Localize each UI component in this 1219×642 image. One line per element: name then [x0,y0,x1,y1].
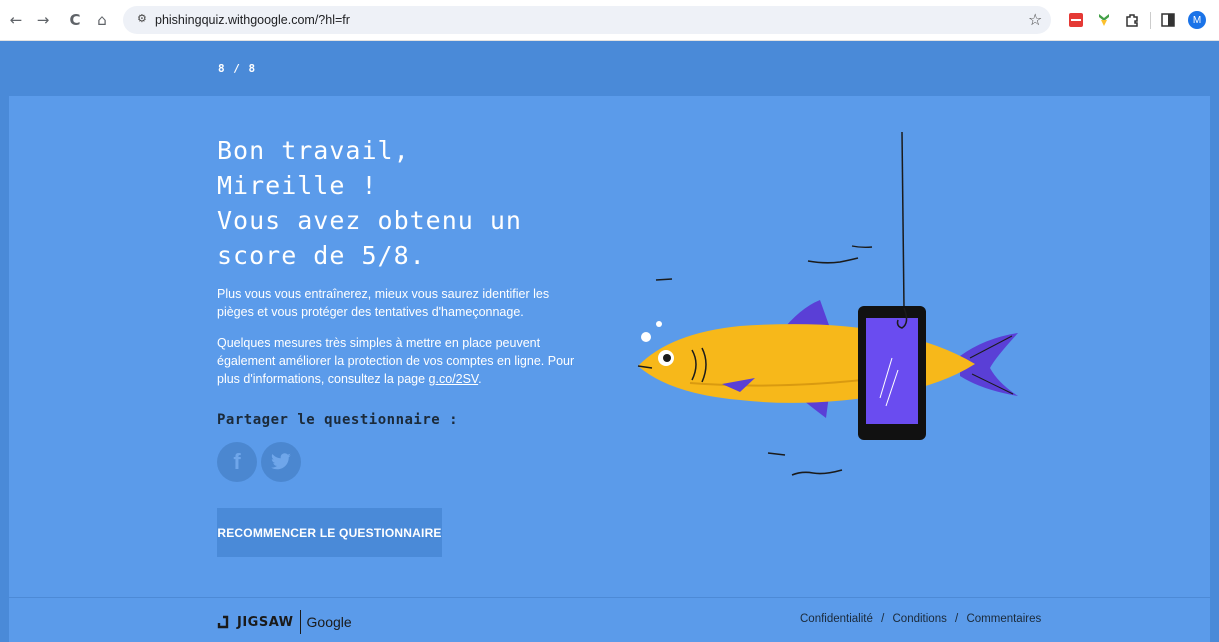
fish-phone-illustration [637,131,1018,476]
extensions-puzzle-icon[interactable] [1124,12,1140,28]
extension-green-icon[interactable] [1096,12,1112,28]
security-paragraph-end: . [478,372,482,386]
extension-red-icon[interactable] [1068,12,1084,28]
page-edge-right [1210,41,1219,642]
profile-avatar[interactable]: M [1188,11,1206,29]
brand-separator [299,610,301,634]
2sv-link[interactable]: g.co/2SV [429,372,479,386]
forward-icon[interactable]: → [33,10,53,30]
twitter-icon [271,453,291,470]
twitter-share-button[interactable] [261,442,301,482]
facebook-icon: f [233,449,241,474]
address-bar[interactable]: ⚙ phishingquiz.withgoogle.com/?hl=fr [123,6,1051,34]
feedback-link[interactable]: Commentaires [966,613,1041,625]
footer-links: Confidentialité / Conditions / Commentai… [800,613,1041,625]
link-separator: / [881,613,885,625]
security-paragraph-text: Quelques mesures très simples à mettre e… [217,336,575,386]
side-panel-icon[interactable] [1160,12,1176,28]
back-icon[interactable]: ← [6,10,26,30]
home-icon[interactable]: ⌂ [92,10,112,30]
headline-line: score de 5/8. [217,241,426,270]
headline-line: Mireille ! [217,171,378,200]
google-wordmark: Google [306,614,352,630]
restart-quiz-button[interactable]: RECOMMENCER LE QUESTIONNAIRE [217,508,442,557]
jigsaw-logo-icon [217,615,229,629]
result-headline: Bon travail, Mireille ! Vous avez obtenu… [217,133,577,273]
footer-brand: JIGSAW Google [217,610,352,634]
security-paragraph: Quelques mesures très simples à mettre e… [217,334,577,388]
browser-toolbar: ← → C ⌂ ⚙ phishingquiz.withgoogle.com/?h… [0,0,1219,41]
privacy-link[interactable]: Confidentialité [800,613,873,625]
share-title: Partager le questionnaire : [217,412,459,428]
jigsaw-wordmark: JIGSAW [237,614,294,630]
page-edge-left [0,41,9,642]
terms-link[interactable]: Conditions [893,613,947,625]
progress-counter: 8 / 8 [218,62,257,75]
site-info-icon[interactable]: ⚙ [137,12,147,25]
reload-icon[interactable]: C [65,10,85,30]
quiz-header: 8 / 8 [9,41,1210,96]
url-text[interactable]: phishingquiz.withgoogle.com/?hl=fr [155,13,350,27]
headline-line: Bon travail, [217,136,410,165]
facebook-share-button[interactable]: f [217,442,257,482]
practice-paragraph: Plus vous vous entraînerez, mieux vous s… [217,287,550,319]
headline-line: Vous avez obtenu un [217,206,522,235]
bookmark-star-icon[interactable]: ☆ [1028,10,1042,29]
link-separator: / [955,613,959,625]
footer-divider [9,597,1210,598]
